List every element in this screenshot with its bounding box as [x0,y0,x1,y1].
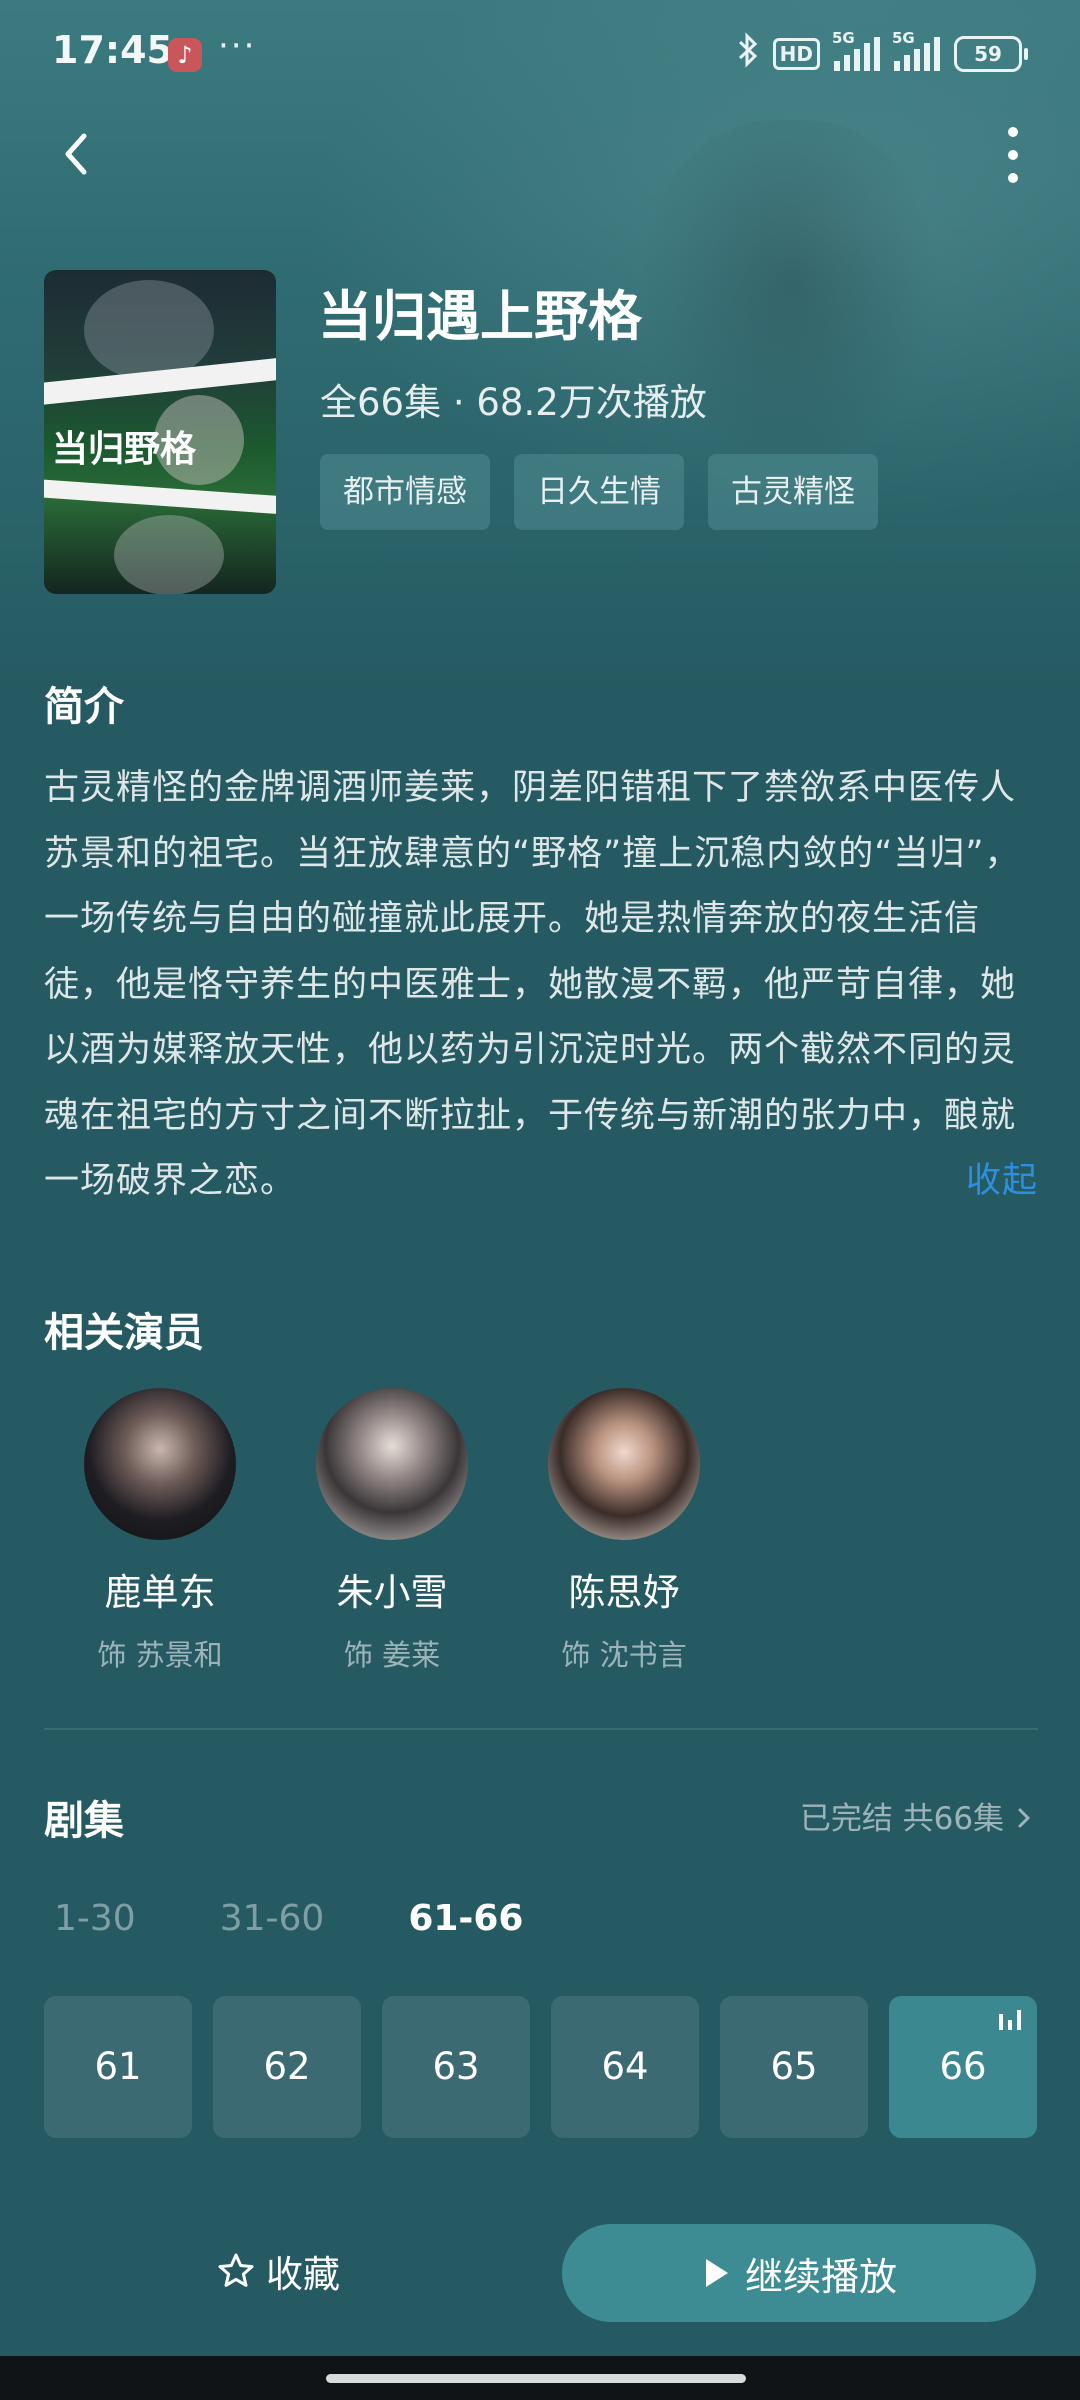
range-tab[interactable]: 31-60 [220,1898,325,1939]
more-options-button[interactable] [990,122,1036,188]
avatar [84,1388,236,1540]
status-time: 17:45 [52,28,173,72]
episode-range-tabs: 1-30 31-60 61-66 [54,1898,607,1939]
poster-title: 当归野格 [52,428,197,470]
episode-button[interactable]: 63 [382,1996,530,2138]
favorite-button[interactable]: 收藏 [216,2236,340,2306]
episodes-status-text: 已完结 共66集 [799,1801,1005,1837]
play-icon [705,2259,728,2287]
music-note-icon: ♪ [168,38,202,72]
collapse-link[interactable]: 收起 [966,1149,1038,1215]
episode-button[interactable]: 61 [44,1996,192,2138]
poster-figure [84,280,214,380]
drama-meta: 全66集 · 68.2万次播放 [320,381,707,424]
episode-button[interactable]: 62 [213,1996,361,2138]
episode-button[interactable]: 64 [551,1996,699,2138]
episode-button[interactable]: 65 [720,1996,868,2138]
synopsis-text: 古灵精怪的金牌调酒师姜莱，阴差阳错租下了禁欲系中医传人苏景和的祖宅。当狂放肆意的… [44,756,1038,1215]
avatar [316,1388,468,1540]
signal-icon-2: 5G [892,29,940,71]
chevron-left-icon [65,133,87,175]
equalizer-icon [999,2010,1021,2030]
range-tab[interactable]: 1-30 [54,1898,136,1939]
avatar [548,1388,700,1540]
synopsis-body: 古灵精怪的金牌调酒师姜莱，阴差阳错租下了禁欲系中医传人苏景和的祖宅。当狂放肆意的… [44,768,1021,1201]
back-button[interactable] [50,124,110,184]
actor-list: 鹿单东 饰 苏景和 朱小雪 饰 姜莱 陈思妤 饰 沈书言 [44,1388,740,1674]
signal-icon: 5G [832,29,880,71]
star-outline-icon [218,2253,254,2287]
continue-play-button[interactable]: 继续播放 [562,2224,1036,2322]
actor-card[interactable]: 鹿单东 饰 苏景和 [44,1388,276,1674]
play-label: 继续播放 [744,2254,897,2299]
divider [44,1728,1038,1730]
range-tab-active[interactable]: 61-66 [408,1898,523,1939]
episode-button-current[interactable]: 66 [889,1996,1037,2138]
episode-number: 66 [939,2045,987,2088]
actor-name: 朱小雪 [336,1571,448,1614]
actor-card[interactable]: 朱小雪 饰 姜莱 [276,1388,508,1674]
tag[interactable]: 古灵精怪 [708,454,878,530]
tag-list: 都市情感 日久生情 古灵精怪 [320,454,878,530]
actor-name: 鹿单东 [104,1571,216,1614]
actor-name: 陈思妤 [568,1571,680,1614]
tag[interactable]: 日久生情 [514,454,684,530]
status-more-dots: ··· [218,26,257,66]
chevron-right-icon [1018,1808,1031,1828]
bluetooth-icon [737,32,759,76]
home-indicator[interactable] [326,2374,746,2383]
actor-card[interactable]: 陈思妤 饰 沈书言 [508,1388,740,1674]
actors-heading: 相关演员 [44,1310,204,1356]
actor-role: 饰 苏景和 [97,1638,223,1672]
favorite-label: 收藏 [266,2253,340,2296]
actor-role: 饰 沈书言 [561,1638,687,1672]
drama-title: 当归遇上野格 [318,285,642,348]
more-vertical-icon [1008,127,1018,183]
hd-icon: HD [772,38,820,70]
battery-icon: 59 [954,36,1028,72]
episode-grid: 61 62 63 64 65 66 [44,1996,1037,2138]
hero-backdrop-figure [640,120,940,480]
synopsis-heading: 简介 [44,684,124,730]
episodes-heading: 剧集 [44,1798,124,1844]
tag[interactable]: 都市情感 [320,454,490,530]
actor-role: 饰 姜莱 [343,1638,441,1672]
poster-figure [114,515,224,594]
poster-tear [44,478,276,516]
status-icons: HD 5G 5G 59 [737,29,1028,76]
episodes-status-link[interactable]: 已完结 共66集 [800,1793,1034,1838]
status-bar: 17:45 ♪ ··· HD 5G 5G 59 [0,0,1080,110]
drama-poster[interactable]: 当归野格 [44,270,276,594]
